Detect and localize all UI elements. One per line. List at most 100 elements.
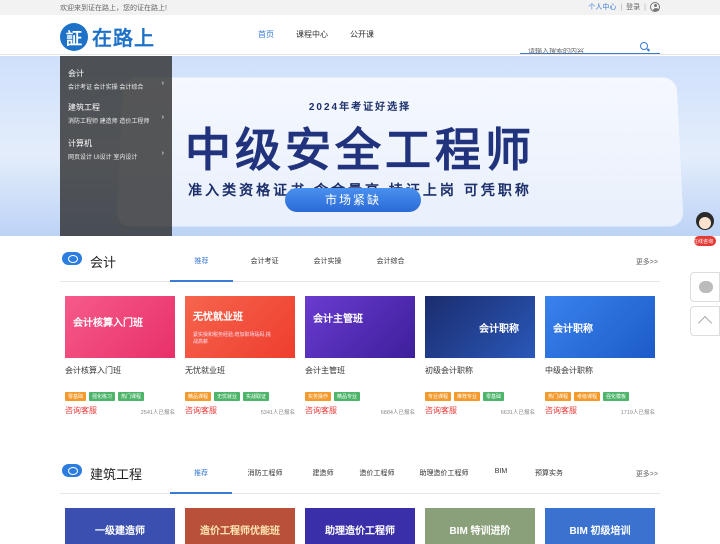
course-card[interactable]: 会计主管班 会计主管班 实务操作 精品专业 咨询客服 6884人已报名 [305, 296, 415, 416]
course-card[interactable]: 造价工程师优能班 [185, 508, 295, 544]
login-link[interactable]: 登录 [626, 2, 640, 12]
logo-text: 在路上 [92, 28, 155, 50]
course-tag: 精品课程 [185, 392, 212, 401]
course-thumbnail[interactable]: 助理造价工程师 [305, 508, 415, 544]
course-tags: 精品课程 无忧就业 实战取证 [185, 392, 295, 401]
tab-constructor[interactable]: 建造师 [298, 468, 348, 494]
course-tag: 推荐专业 [454, 392, 481, 401]
consult-link[interactable]: 咨询客服 [305, 405, 337, 416]
top-bar-right: 个人中心 | 登录 | [588, 2, 660, 12]
nav-open-class[interactable]: 公开课 [350, 29, 374, 40]
thumbnail-title: 造价工程师优能班 [200, 526, 280, 537]
tab-recommend[interactable]: 推荐 [170, 256, 233, 282]
chat-button[interactable] [690, 272, 720, 302]
course-card[interactable]: 一级建造师 [65, 508, 175, 544]
back-to-top-button[interactable] [690, 306, 720, 336]
welcome-text: 欢迎来到证在路上，您的证在路上! [60, 5, 167, 12]
course-name[interactable]: 会计核算入门班 [65, 365, 175, 376]
thumbnail-title: BIM 特训进阶 [449, 526, 511, 537]
user-icon[interactable] [650, 2, 660, 12]
course-card[interactable]: 助理造价工程师 [305, 508, 415, 544]
course-card[interactable]: 会计核算入门班 会计核算入门班 零基础 强化练习 热门课程 咨询客服 2541人… [65, 296, 175, 416]
section-tabs: 推荐 消防工程师 建造师 造价工程师 助理造价工程师 BIM 预算实务 [170, 468, 578, 494]
course-name[interactable]: 会计主管班 [305, 365, 415, 376]
course-thumbnail[interactable]: 无忧就业班 紧实操和税务经验,增加职场砝码,挑战高薪 [185, 296, 295, 358]
section-header: 会计 推荐 会计考证 会计实操 会计综合 更多>> [60, 246, 660, 282]
thumbnail-title: BIM 初级培训 [569, 526, 631, 537]
banner-button[interactable]: 市场紧缺 [285, 188, 421, 212]
tab-accounting-general[interactable]: 会计综合 [359, 256, 422, 282]
course-thumbnail[interactable]: 造价工程师优能班 [185, 508, 295, 544]
course-tag: 热门课程 [118, 392, 145, 401]
side-category-title: 建筑工程 [68, 103, 100, 112]
search-icon[interactable] [640, 42, 648, 50]
course-tags: 专业课程 推荐专业 零基础 [425, 392, 535, 401]
course-card[interactable]: 无忧就业班 紧实操和税务经验,增加职场砝码,挑战高薪 无忧就业班 精品课程 无忧… [185, 296, 295, 416]
section-icon [62, 464, 82, 477]
online-consult-widget[interactable]: 在线咨询 [690, 208, 720, 254]
course-name[interactable]: 中级会计职称 [545, 365, 655, 376]
side-category-title: 会计 [68, 69, 84, 78]
consultant-avatar-icon [694, 212, 716, 246]
consult-link[interactable]: 咨询客服 [65, 405, 97, 416]
course-thumbnail[interactable]: 会计职称 [545, 296, 655, 358]
chevron-up-icon [697, 315, 713, 331]
tab-assistant-cost-engineer[interactable]: 助理造价工程师 [406, 468, 482, 494]
tab-accounting-practice[interactable]: 会计实操 [296, 256, 359, 282]
course-thumbnail[interactable]: 会计主管班 [305, 296, 415, 358]
course-tag: 热门课程 [545, 392, 572, 401]
side-category-construction[interactable]: 建筑工程 消防工程师 建造师 造价工程师 › [68, 102, 168, 125]
consult-link[interactable]: 咨询客服 [425, 405, 457, 416]
course-tag: 零基础 [65, 392, 87, 401]
course-footer: 咨询客服 5341人已报名 [185, 405, 295, 416]
logo[interactable]: 証 在路上 [60, 22, 155, 51]
thumbnail-title: 会计职称 [553, 324, 593, 335]
thumbnail-title: 会计主管班 [313, 314, 363, 325]
tab-recommend[interactable]: 推荐 [170, 468, 232, 494]
course-tags: 零基础 强化练习 热门课程 [65, 392, 175, 401]
category-side-menu: 会计 会计考证 会计实操 会计综合 › 建筑工程 消防工程师 建造师 造价工程师… [60, 56, 172, 236]
course-card[interactable]: 会计职称 初级会计职称 专业课程 推荐专业 零基础 咨询客服 6631人已报名 [425, 296, 535, 416]
course-card[interactable]: BIM 初级培训 [545, 508, 655, 544]
consult-link[interactable]: 咨询客服 [545, 405, 577, 416]
logo-mark: 証 [60, 22, 88, 51]
course-card[interactable]: 会计职称 中级会计职称 热门课程 考级课程 强化模板 咨询客服 1719人已报名 [545, 296, 655, 416]
user-center-link[interactable]: 个人中心 [588, 2, 616, 12]
consult-link[interactable]: 咨询客服 [185, 405, 217, 416]
side-category-accounting[interactable]: 会计 会计考证 会计实操 会计综合 › [68, 68, 168, 91]
course-thumbnail[interactable]: 一级建造师 [65, 508, 175, 544]
course-thumbnail[interactable]: 会计核算入门班 [65, 296, 175, 358]
main-nav: 首页 课程中心 公开课 [258, 29, 396, 40]
course-name[interactable]: 初级会计职称 [425, 365, 535, 376]
top-bar: 欢迎来到证在路上，您的证在路上! 个人中心 | 登录 | [0, 0, 720, 15]
course-tag: 零基础 [483, 392, 505, 401]
nav-course-center[interactable]: 课程中心 [296, 29, 328, 40]
tab-cost-engineer[interactable]: 造价工程师 [348, 468, 406, 494]
course-footer: 咨询客服 6631人已报名 [425, 405, 535, 416]
more-link[interactable]: 更多>> [636, 257, 658, 267]
tab-bim[interactable]: BIM [482, 468, 520, 494]
course-card[interactable]: BIM 特训进阶 [425, 508, 535, 544]
course-tags: 热门课程 考级课程 强化模板 [545, 392, 655, 401]
chevron-right-icon: › [161, 150, 164, 157]
section-icon [62, 252, 82, 265]
enrolled-count: 6884人已报名 [380, 410, 415, 416]
side-category-computer[interactable]: 计算机 网页设计 UI设计 室内设计 › [68, 138, 168, 161]
course-tag: 强化模板 [603, 392, 630, 401]
course-tag: 精品专业 [334, 392, 361, 401]
search-input[interactable] [520, 48, 630, 55]
course-thumbnail[interactable]: BIM 特训进阶 [425, 508, 535, 544]
course-thumbnail[interactable]: 会计职称 [425, 296, 535, 358]
course-footer: 咨询客服 1719人已报名 [545, 405, 655, 416]
course-name[interactable]: 无忧就业班 [185, 365, 295, 376]
tab-budget-practice[interactable]: 预算实务 [520, 468, 578, 494]
nav-home[interactable]: 首页 [258, 29, 274, 40]
thumbnail-title: 一级建造师 [95, 526, 145, 537]
more-link[interactable]: 更多>> [636, 469, 658, 479]
course-tag: 考级课程 [574, 392, 601, 401]
tab-accounting-cert[interactable]: 会计考证 [233, 256, 296, 282]
section-title: 会计 [90, 255, 117, 270]
course-thumbnail[interactable]: BIM 初级培训 [545, 508, 655, 544]
tab-fire-engineer[interactable]: 消防工程师 [232, 468, 298, 494]
separator: | [644, 3, 646, 11]
